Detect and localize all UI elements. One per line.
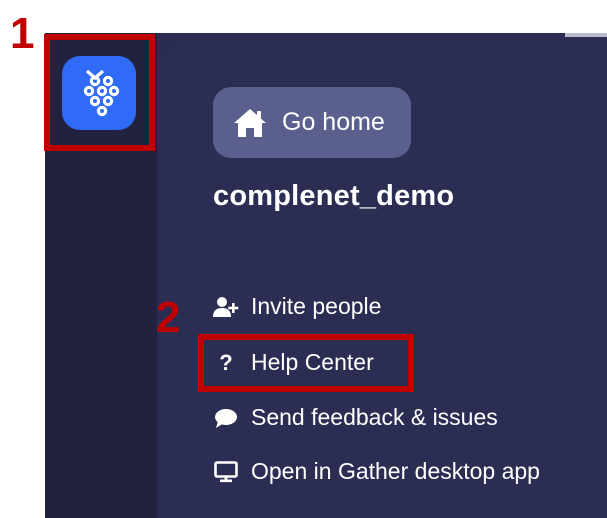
go-home-button[interactable]: Go home: [213, 87, 411, 158]
monitor-icon: [213, 460, 239, 484]
annotation-box-2: [198, 334, 414, 392]
chat-bubble-icon: [213, 406, 239, 430]
space-name-title: complenet_demo: [213, 180, 455, 212]
annotation-box-1: [44, 34, 155, 151]
annotation-number-2: 2: [156, 293, 181, 342]
invite-people-label: Invite people: [251, 293, 382, 319]
invite-people-item[interactable]: Invite people: [213, 293, 381, 320]
go-home-label: Go home: [282, 108, 385, 136]
send-feedback-item[interactable]: Send feedback & issues: [213, 404, 498, 431]
add-user-icon: [213, 295, 239, 319]
annotation-number-1: 1: [10, 9, 35, 58]
open-desktop-app-item[interactable]: Open in Gather desktop app: [213, 458, 540, 485]
open-desktop-app-label: Open in Gather desktop app: [251, 458, 540, 484]
send-feedback-label: Send feedback & issues: [251, 404, 498, 430]
home-icon: [232, 107, 268, 139]
window-edge: [565, 33, 607, 37]
